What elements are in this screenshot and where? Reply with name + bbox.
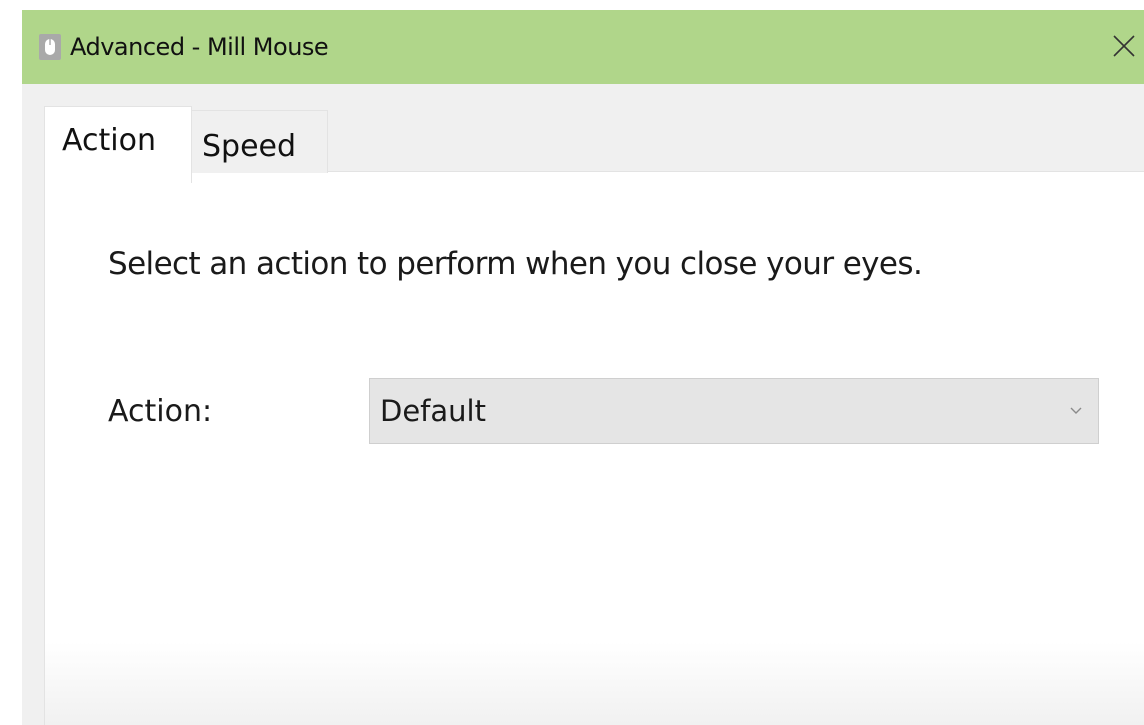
close-icon [1113,35,1135,57]
tab-action[interactable]: Action [44,106,192,183]
action-select-value: Default [380,394,486,428]
chevron-down-icon [1070,407,1082,414]
tab-speed-label: Speed [202,129,297,164]
instruction-text: Select an action to perform when you clo… [108,246,923,282]
mouse-icon [39,34,61,60]
close-button[interactable] [1104,24,1144,70]
action-label: Action: [108,394,213,429]
tab-speed[interactable]: Speed [190,110,328,173]
window-title: Advanced - Mill Mouse [70,33,329,61]
title-bar: Advanced - Mill Mouse [22,10,1144,84]
action-select[interactable]: Default [369,378,1099,444]
screen-top-strip [0,0,1144,10]
action-tab-panel: Select an action to perform when you clo… [44,171,1144,725]
bottom-fade [45,642,1144,725]
advanced-dialog-window: Advanced - Mill Mouse Action Speed Selec… [22,10,1144,725]
tab-action-label: Action [62,123,156,158]
